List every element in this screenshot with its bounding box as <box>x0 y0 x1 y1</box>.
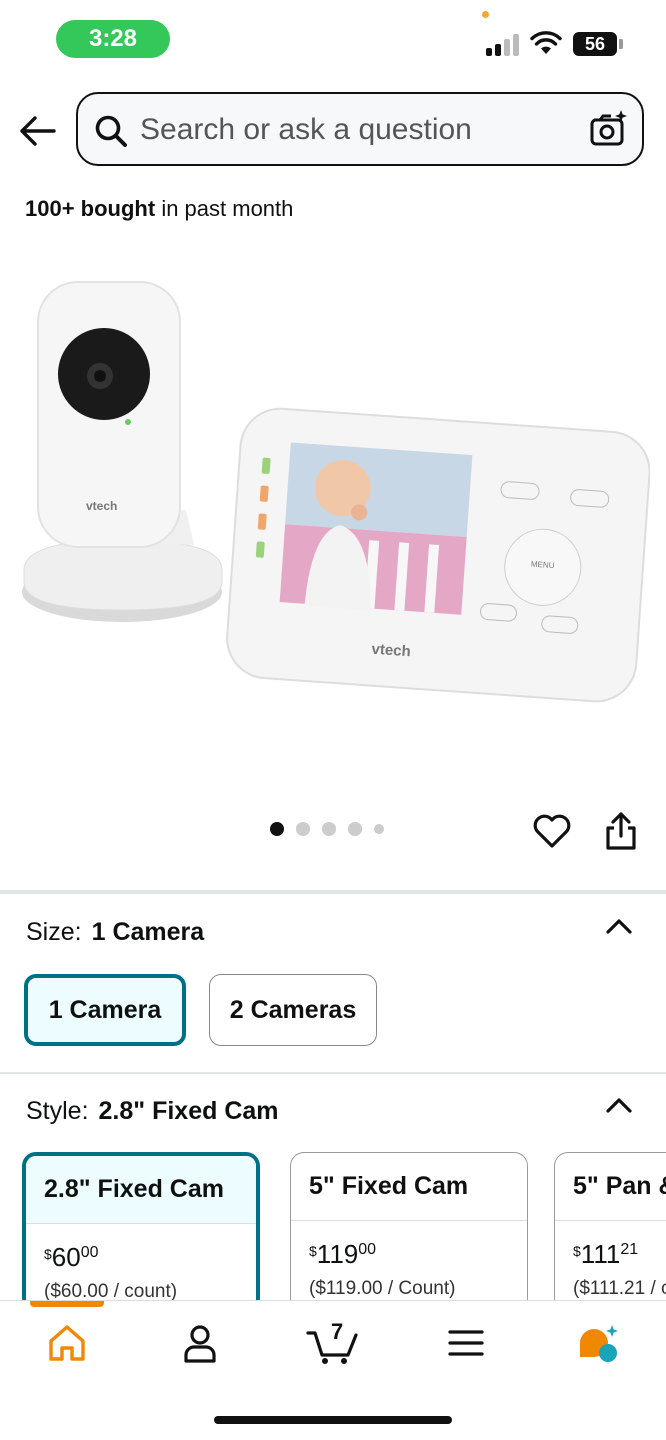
battery-indicator: 56 <box>573 32 617 56</box>
pagination-dot[interactable] <box>348 822 362 836</box>
wishlist-heart-icon[interactable] <box>532 812 572 850</box>
menu-icon[interactable] <box>444 1321 488 1365</box>
style-card-name: 5" Pan & Tilt <box>555 1153 666 1221</box>
pagination-dot[interactable] <box>270 822 284 836</box>
price-cents: 21 <box>620 1241 639 1258</box>
price-cents: 00 <box>80 1244 99 1261</box>
style-card-price: $6000 <box>44 1242 99 1272</box>
privacy-indicator-dot <box>482 11 489 18</box>
style-card-unit-price: ($119.00 / Count) <box>309 1278 456 1299</box>
share-icon[interactable] <box>602 810 640 852</box>
size-choice-2-cameras[interactable]: 2 Cameras <box>209 974 377 1046</box>
price-cents: 00 <box>358 1241 377 1258</box>
search-bar-row <box>0 92 666 168</box>
section-divider <box>0 890 666 894</box>
search-icon <box>95 115 127 147</box>
style-card-price: $11121 <box>573 1239 639 1269</box>
back-arrow-icon[interactable] <box>18 114 58 148</box>
cart-icon[interactable]: 7 <box>306 1319 362 1365</box>
price-dollars: 60 <box>51 1242 81 1272</box>
svg-text:vtech: vtech <box>86 499 117 513</box>
style-card-name: 5" Fixed Cam <box>291 1153 527 1221</box>
style-selected-value: 2.8" Fixed Cam <box>98 1097 279 1125</box>
home-icon[interactable] <box>45 1321 89 1365</box>
cart-count-badge: 7 <box>331 1319 344 1344</box>
active-tab-indicator <box>30 1301 104 1307</box>
size-choice-1-camera[interactable]: 1 Camera <box>24 974 186 1046</box>
search-input[interactable] <box>140 107 560 153</box>
account-icon[interactable] <box>178 1321 222 1365</box>
style-card-name: 2.8" Fixed Cam <box>26 1156 256 1224</box>
bought-count: 100+ bought <box>25 196 156 221</box>
style-card-unit-price: ($60.00 / count) <box>44 1281 178 1302</box>
camera-search-icon[interactable] <box>588 108 628 148</box>
style-card-unit-price: ($111.21 / count) <box>573 1278 666 1299</box>
style-option-header: Style: 2.8" Fixed Cam <box>26 1097 279 1126</box>
wifi-icon <box>530 31 562 54</box>
svg-text:MENU: MENU <box>531 560 555 571</box>
pagination-dot[interactable] <box>374 824 384 834</box>
search-box[interactable] <box>76 92 644 166</box>
battery-tip <box>619 39 623 49</box>
svg-text:vtech: vtech <box>371 641 411 661</box>
chevron-up-icon[interactable] <box>604 1095 634 1115</box>
bought-suffix: in past month <box>161 196 294 221</box>
image-pagination-dots <box>270 822 384 836</box>
section-divider <box>0 1072 666 1074</box>
home-indicator-bar <box>214 1416 452 1424</box>
pagination-dot[interactable] <box>322 822 336 836</box>
status-time: 3:28 <box>56 20 170 58</box>
product-image[interactable]: vtech MENU vtech <box>18 270 650 730</box>
pagination-dot[interactable] <box>296 822 310 836</box>
style-card-5-fixed-cam[interactable]: 5" Fixed Cam $11900 ($119.00 / Count) <box>290 1152 528 1312</box>
cellular-signal-icon <box>486 34 522 56</box>
price-dollars: 111 <box>580 1239 621 1269</box>
bought-in-past-month: 100+ bought in past month <box>25 196 293 222</box>
status-bar: 3:28 56 <box>0 0 666 80</box>
style-card-5-pan-tilt[interactable]: 5" Pan & Tilt $11121 ($111.21 / count) <box>554 1152 666 1312</box>
size-selected-value: 1 Camera <box>91 918 205 946</box>
size-option-header: Size: 1 Camera <box>26 918 204 947</box>
price-dollars: 119 <box>316 1239 359 1269</box>
chevron-up-icon[interactable] <box>604 916 634 936</box>
size-label: Size: <box>26 918 82 946</box>
rufus-assistant-icon[interactable] <box>576 1321 620 1365</box>
style-card-price: $11900 <box>309 1239 377 1269</box>
style-label: Style: <box>26 1097 89 1125</box>
style-card-2-8-fixed-cam[interactable]: 2.8" Fixed Cam $6000 ($60.00 / count) <box>22 1152 260 1312</box>
